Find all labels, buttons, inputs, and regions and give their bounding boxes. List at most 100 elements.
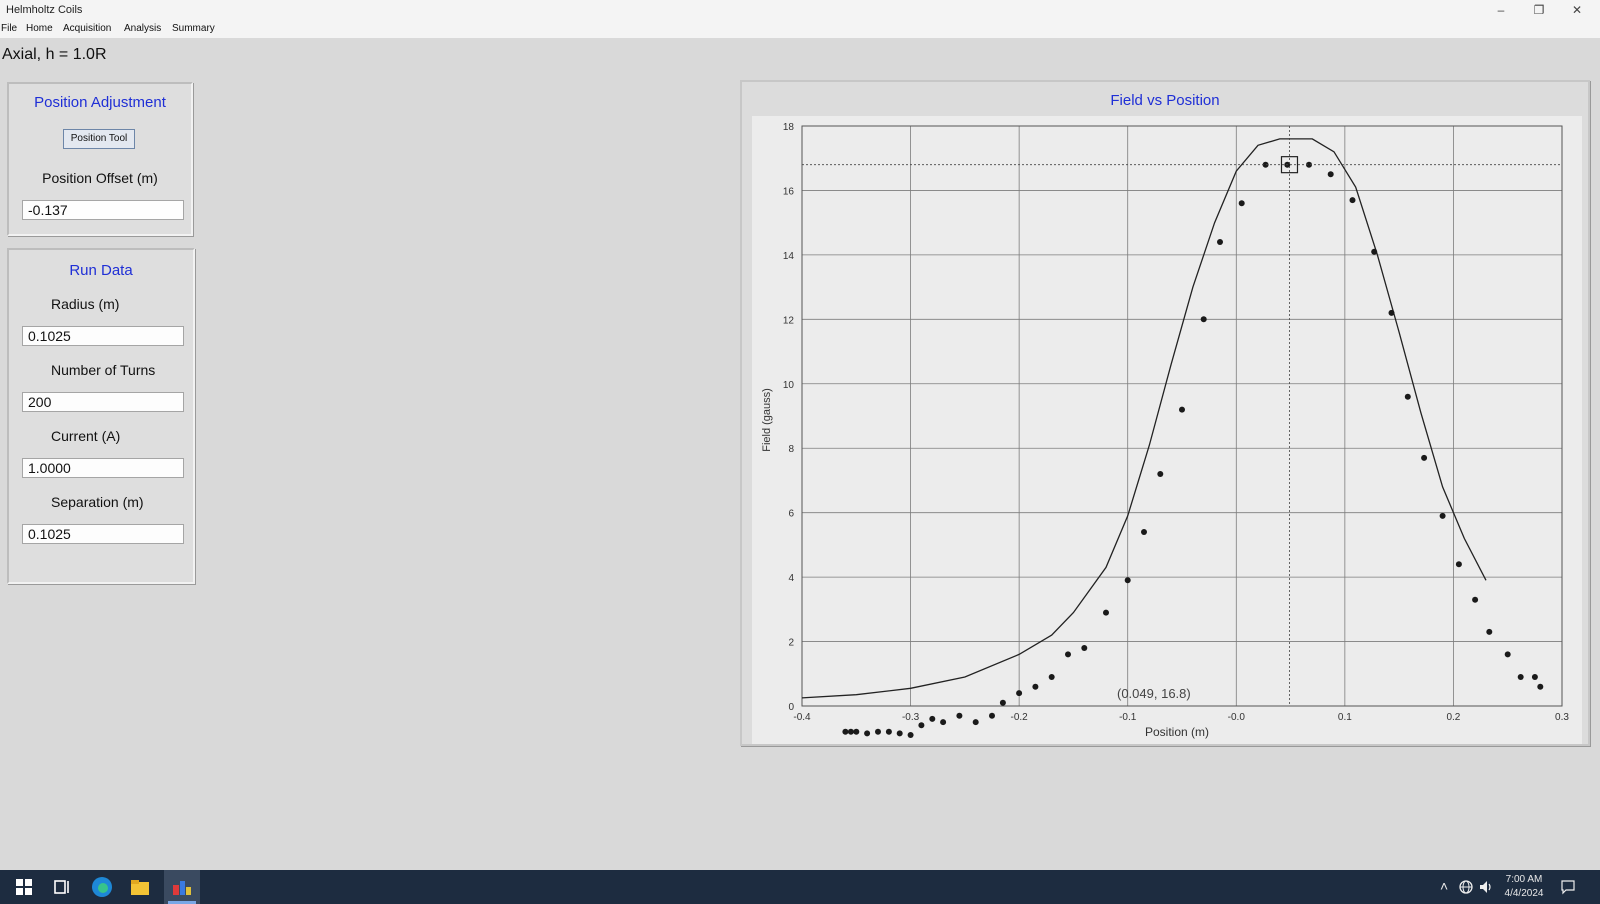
data-point (1517, 674, 1524, 680)
data-point (864, 730, 871, 737)
notification-icon[interactable] (1560, 879, 1576, 895)
data-point (1016, 690, 1023, 697)
data-point (1537, 683, 1544, 690)
menu-file[interactable]: File (1, 23, 17, 34)
data-point (1486, 628, 1493, 635)
chart-title: Field vs Position (1110, 92, 1220, 109)
windows-icon[interactable] (12, 875, 36, 899)
data-point (940, 719, 947, 726)
y-tick-label: 8 (788, 444, 794, 455)
position-offset-field[interactable]: -0.137 (22, 200, 184, 220)
data-point (853, 728, 860, 735)
data-point (1531, 674, 1538, 680)
separation-field[interactable]: 0.1025 (22, 524, 184, 544)
x-axis-label: Position (m) (1145, 725, 1209, 739)
menu-home[interactable]: Home (26, 23, 53, 34)
data-point (1217, 239, 1223, 245)
task-view-icon[interactable] (50, 875, 74, 899)
data-point (1124, 577, 1131, 584)
data-point (1472, 596, 1479, 603)
data-point (1103, 609, 1109, 616)
y-tick-label: 18 (783, 122, 795, 133)
data-point (885, 728, 892, 735)
cursor-readout: (0.049, 16.8) (1117, 686, 1191, 701)
y-tick-label: 16 (783, 186, 795, 197)
field-vs-position-plot[interactable]: -0.4 -0.3 -0.2 -0.1 -0.0 0.1 0.2 0.3 0 2 4 6 8 10 12 14… (752, 116, 1582, 744)
data-point (842, 728, 849, 735)
data-point (1421, 454, 1428, 461)
x-tick-label: -0.3 (902, 712, 920, 723)
file-explorer-icon[interactable] (128, 875, 152, 899)
data-point (918, 722, 925, 729)
menu-analysis[interactable]: Analysis (124, 23, 161, 34)
data-point (1371, 248, 1378, 255)
data-point (1157, 471, 1164, 477)
menu-bar: File Home Acquisition Analysis Summary (0, 20, 1600, 38)
data-point (896, 730, 903, 737)
helmholtz-app-icon[interactable] (170, 875, 194, 899)
radius-field[interactable]: 0.1025 (22, 326, 184, 346)
y-tick-label: 2 (788, 638, 794, 649)
volume-icon[interactable] (1478, 879, 1494, 895)
radius-label: Radius (m) (51, 296, 120, 312)
data-point (907, 732, 914, 738)
run-panel-title: Run Data (69, 262, 133, 279)
data-point (1048, 674, 1055, 680)
y-tick-label: 6 (788, 509, 794, 520)
tray-chevron-icon[interactable]: ˄ (1440, 878, 1448, 894)
network-icon[interactable] (1458, 879, 1474, 895)
data-point (1439, 512, 1446, 519)
menu-summary[interactable]: Summary (172, 23, 215, 34)
clock-date[interactable]: 4/4/2024 (1504, 888, 1544, 899)
x-tick-label: 0.2 (1446, 712, 1460, 723)
data-point (989, 712, 995, 719)
clock-time[interactable]: 7:00 AM (1504, 874, 1544, 885)
y-tick-label: 12 (783, 315, 795, 326)
run-data-panel: Run Data Radius (m) 0.1025 Number of Tur… (7, 248, 195, 584)
position-tool-button[interactable]: Position Tool (63, 129, 135, 149)
data-point (1504, 651, 1511, 658)
data-point (1327, 171, 1334, 178)
plot-background (752, 116, 1582, 744)
minimize-button[interactable]: – (1484, 1, 1518, 19)
data-point (972, 719, 979, 726)
chart-panel: Field vs Position -0.4 -0.3 -0.2 -0.1 -0.0 0.… (740, 80, 1590, 746)
position-panel-title: Position Adjustment (34, 94, 166, 111)
x-tick-label: 0.3 (1555, 712, 1569, 723)
data-point (1349, 197, 1356, 204)
x-tick-label: -0.1 (1119, 712, 1137, 723)
data-point (1065, 651, 1071, 658)
x-tick-label: -0.4 (793, 712, 811, 723)
close-button[interactable]: ✕ (1560, 1, 1594, 19)
data-point (1404, 393, 1411, 400)
mode-label: Axial, h = 1.0R (2, 46, 107, 63)
data-point (1032, 683, 1039, 690)
menu-acquisition[interactable]: Acquisition (63, 23, 111, 34)
data-point (999, 699, 1006, 706)
data-point (1238, 200, 1245, 207)
x-tick-label: 0.1 (1338, 712, 1352, 723)
position-offset-label: Position Offset (m) (42, 170, 158, 186)
restore-button[interactable]: ❐ (1522, 1, 1556, 19)
data-point (875, 728, 881, 735)
data-point (1081, 645, 1088, 651)
position-adjustment-panel: Position Adjustment Position Tool Positi… (7, 82, 193, 236)
data-point (1179, 406, 1185, 413)
edge-icon[interactable] (90, 875, 114, 899)
y-tick-label: 0 (788, 702, 794, 713)
data-point (1388, 309, 1395, 316)
title-bar: Helmholtz Coils – ❐ ✕ (0, 0, 1600, 20)
taskbar: ˄ 7:00 AM 4/4/2024 (0, 870, 1600, 904)
x-tick-label: -0.0 (1228, 712, 1246, 723)
current-field[interactable]: 1.0000 (22, 458, 184, 478)
data-point (1200, 316, 1207, 323)
x-tick-label: -0.2 (1011, 712, 1029, 723)
turns-label: Number of Turns (51, 362, 156, 378)
y-tick-label: 10 (783, 380, 795, 391)
data-point (1141, 529, 1147, 535)
turns-field[interactable]: 200 (22, 392, 184, 412)
y-tick-label: 14 (783, 251, 795, 262)
window-title: Helmholtz Coils (6, 4, 83, 16)
data-point (956, 712, 963, 719)
separation-label: Separation (m) (51, 494, 144, 510)
